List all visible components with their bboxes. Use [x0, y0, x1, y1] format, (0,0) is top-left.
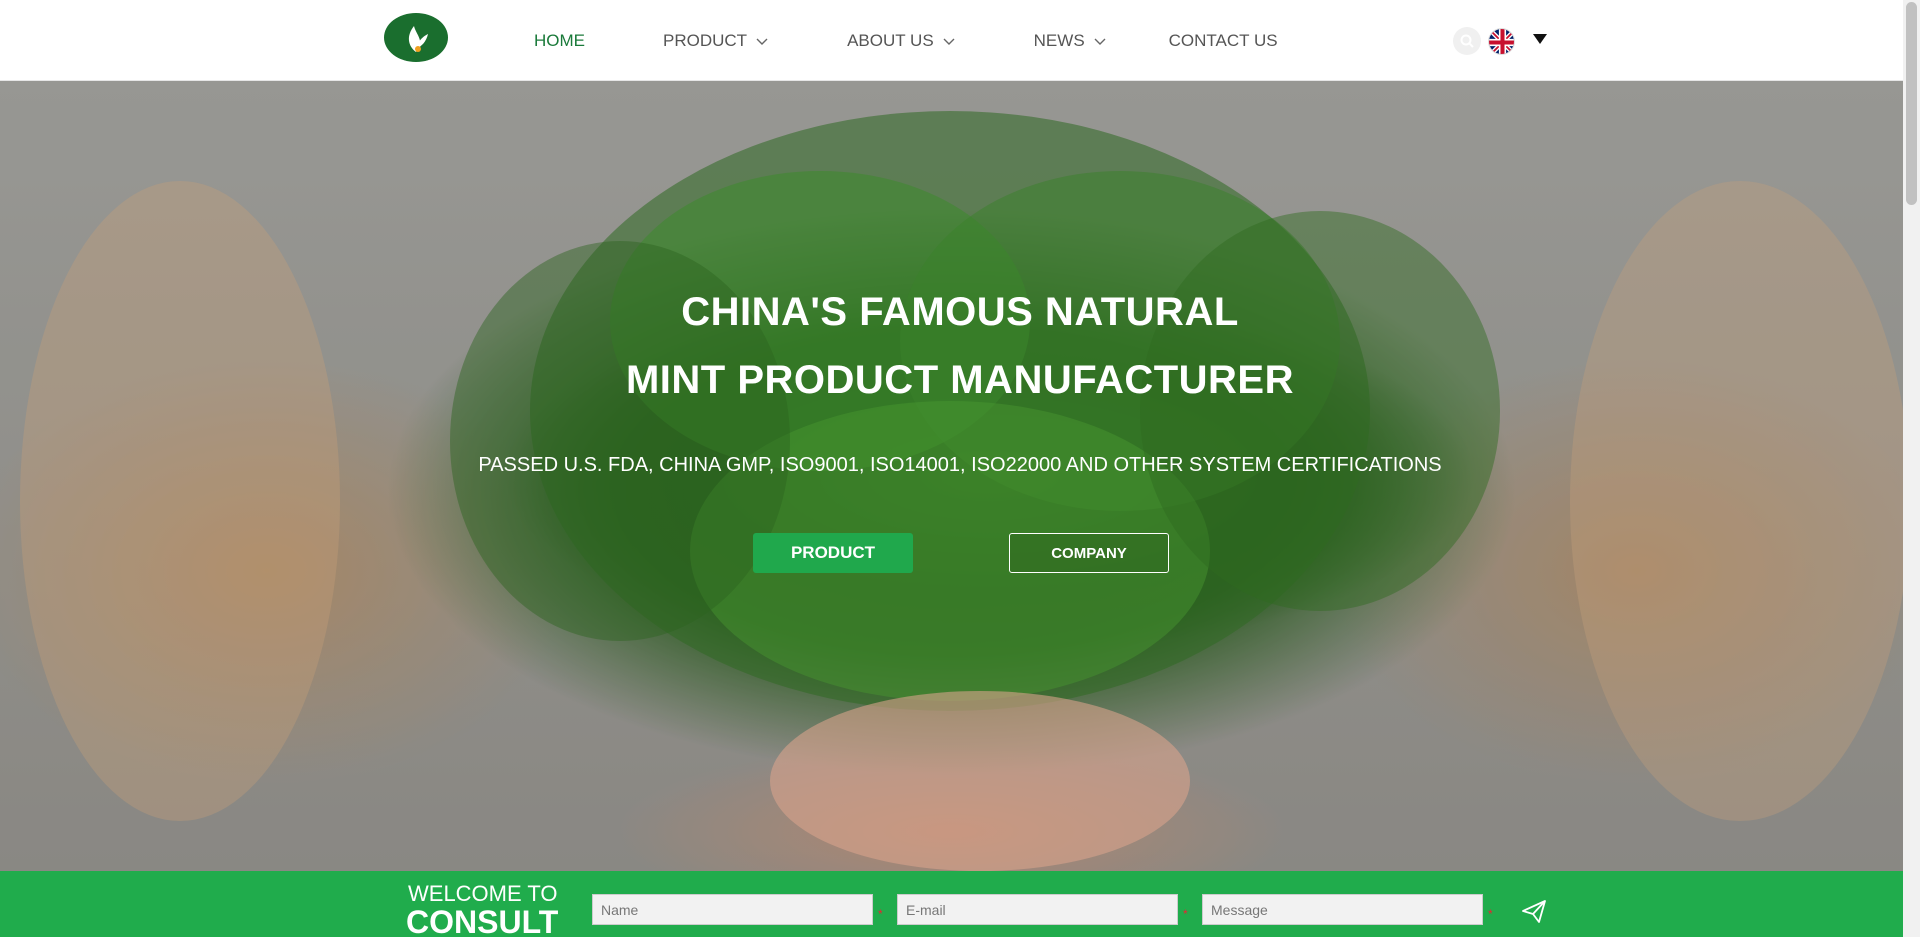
search-icon[interactable] [1453, 27, 1481, 55]
nav-item-label: CONTACT US [1168, 30, 1278, 50]
nav-item-product[interactable]: PRODUCT [663, 31, 769, 51]
site-header: HOME PRODUCT ABOUT US NEWS CONTACT US [0, 0, 1903, 81]
required-mark: * [1183, 907, 1188, 921]
hero-title-line1: CHINA'S FAMOUS NATURAL [681, 290, 1239, 334]
chevron-down-icon [942, 34, 956, 48]
required-mark: * [1488, 907, 1493, 921]
consult-welcome: WELCOME TO [408, 881, 558, 906]
language-dropdown-icon[interactable] [1533, 34, 1547, 44]
nav-item-home[interactable]: HOME [534, 31, 585, 51]
nav-item-label: ABOUT US [847, 30, 934, 50]
hero-subtitle: PASSED U.S. FDA, CHINA GMP, ISO9001, ISO… [478, 454, 1442, 476]
chevron-down-icon [755, 34, 769, 48]
nav-item-news[interactable]: NEWS [1034, 31, 1107, 51]
consult-bar: WELCOME TO CONSULT * * * [0, 871, 1903, 937]
paper-plane-icon[interactable] [1520, 897, 1548, 925]
leaf-logo-icon[interactable] [384, 13, 448, 62]
hero-content: CHINA'S FAMOUS NATURAL MINT PRODUCT MANU… [0, 81, 1903, 871]
consult-heading: CONSULT [406, 904, 559, 937]
nav-item-label: HOME [534, 30, 585, 50]
uk-flag-icon[interactable] [1488, 28, 1515, 55]
name-field[interactable] [592, 894, 873, 925]
page-scrollbar[interactable] [1903, 0, 1920, 937]
email-field[interactable] [897, 894, 1178, 925]
nav-item-label: NEWS [1033, 30, 1085, 50]
scrollbar-thumb[interactable] [1906, 2, 1917, 205]
nav-item-contact-us[interactable]: CONTACT US [1169, 31, 1278, 51]
product-button[interactable]: PRODUCT [753, 533, 913, 573]
hero-banner: CHINA'S FAMOUS NATURAL MINT PRODUCT MANU… [0, 81, 1903, 871]
message-field[interactable] [1202, 894, 1483, 925]
hero-title-line2: MINT PRODUCT MANUFACTURER [625, 358, 1294, 402]
chevron-down-icon [1093, 34, 1107, 48]
nav-item-label: PRODUCT [663, 30, 748, 50]
nav-item-about-us[interactable]: ABOUT US [847, 31, 956, 51]
main-nav: HOME PRODUCT ABOUT US NEWS CONTACT US [534, 0, 1278, 81]
company-button[interactable]: COMPANY [1009, 533, 1169, 573]
required-mark: * [878, 907, 883, 921]
